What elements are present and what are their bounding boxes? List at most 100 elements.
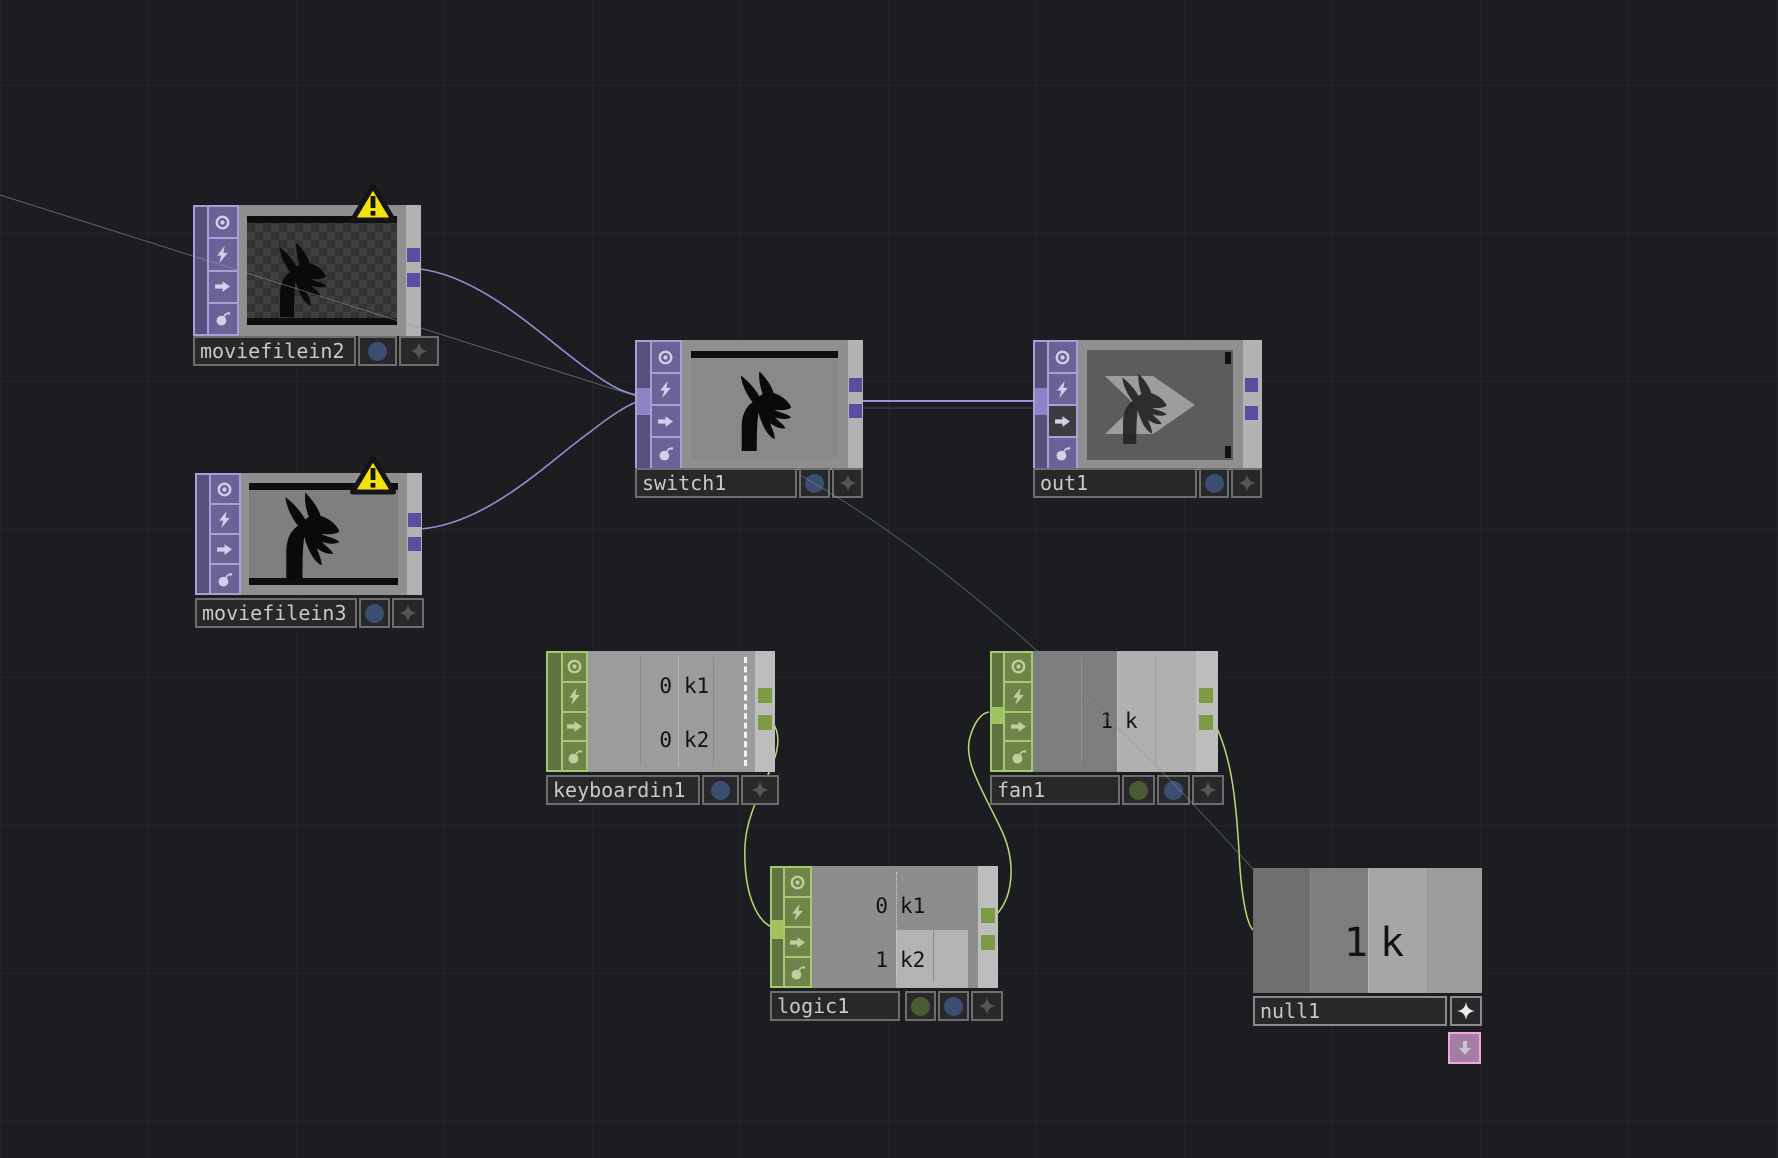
node-body[interactable]: [1077, 340, 1243, 470]
node-switch1[interactable]: switch1: [635, 340, 863, 470]
node-name-out1[interactable]: out1: [1033, 468, 1197, 498]
channel-row: 0k1: [812, 895, 978, 917]
bomb-icon[interactable]: [211, 563, 239, 593]
display-flag[interactable]: [832, 468, 863, 498]
bomb-icon[interactable]: [1049, 436, 1076, 468]
render-icon[interactable]: [209, 270, 237, 302]
node-body[interactable]: 1k: [1033, 651, 1196, 772]
wire-moviefilein2-switch1[interactable]: [420, 269, 636, 395]
viewer-icon[interactable]: [211, 475, 239, 503]
output-connector[interactable]: [408, 513, 421, 527]
output-connector[interactable]: [849, 378, 862, 392]
node-keyboardin1[interactable]: 0k1 0k2 keyboardin1: [546, 651, 775, 772]
bomb-icon[interactable]: [785, 956, 810, 986]
display-flag[interactable]: [392, 598, 424, 628]
node-body[interactable]: [681, 340, 848, 470]
output-connector[interactable]: [1199, 688, 1213, 703]
bomb-icon[interactable]: [1005, 740, 1031, 770]
node-null1[interactable]: 1k null1: [1253, 868, 1482, 993]
display-flag[interactable]: [1450, 996, 1482, 1026]
node-out1[interactable]: out1: [1033, 340, 1262, 470]
render-icon[interactable]: [652, 404, 680, 436]
render-icon[interactable]: [1005, 711, 1031, 741]
input-connector[interactable]: [1035, 388, 1047, 415]
channel-row: 1k: [1033, 710, 1196, 732]
select-flag[interactable]: [358, 336, 397, 366]
node-name-keyboardin1[interactable]: keyboardin1: [546, 775, 700, 805]
node-moviefilein2[interactable]: moviefilein2: [193, 205, 421, 336]
bypass-icon[interactable]: [785, 896, 810, 926]
display-flag[interactable]: [971, 991, 1003, 1021]
bomb-icon[interactable]: [652, 436, 680, 468]
output-connector[interactable]: [1245, 406, 1258, 420]
node-body[interactable]: [238, 205, 406, 336]
render-icon[interactable]: [1049, 404, 1076, 436]
network-editor-canvas[interactable]: moviefilein2 moviefile: [0, 0, 1778, 1158]
bypass-icon[interactable]: [563, 681, 586, 711]
render-icon[interactable]: [211, 533, 239, 563]
output-connector[interactable]: [981, 935, 995, 950]
node-name-logic1[interactable]: logic1: [770, 991, 900, 1021]
select-flag[interactable]: [1157, 775, 1190, 805]
select-flag[interactable]: [359, 598, 390, 628]
output-strip: [978, 866, 998, 988]
input-connector[interactable]: [772, 920, 783, 939]
select-flag[interactable]: [702, 775, 739, 805]
output-connector[interactable]: [849, 404, 862, 418]
output-strip: [1243, 340, 1262, 470]
select-flag[interactable]: [799, 468, 830, 498]
output-connector[interactable]: [408, 537, 421, 551]
render-icon[interactable]: [563, 711, 586, 741]
node-fan1[interactable]: 1k fan1: [990, 651, 1218, 772]
bomb-icon[interactable]: [209, 302, 237, 334]
node-body[interactable]: 0k1 1k2: [812, 866, 978, 988]
node-logic1[interactable]: 0k1 1k2 logic1: [770, 866, 998, 988]
viewer-icon[interactable]: [209, 207, 237, 237]
input-connector[interactable]: [637, 388, 650, 415]
warning-icon[interactable]: [350, 183, 396, 223]
display-flag[interactable]: [399, 336, 439, 366]
node-name-moviefilein2[interactable]: moviefilein2: [193, 336, 356, 366]
viewer-icon[interactable]: [1005, 653, 1031, 681]
bypass-icon[interactable]: [209, 237, 237, 269]
node-body[interactable]: 0k1 0k2: [588, 651, 755, 772]
bypass-icon[interactable]: [1005, 681, 1031, 711]
bypass-icon[interactable]: [211, 503, 239, 533]
output-connector[interactable]: [758, 688, 772, 703]
warning-icon[interactable]: [350, 455, 396, 495]
select-flag[interactable]: [938, 991, 969, 1021]
output-connector[interactable]: [758, 715, 772, 730]
viewer-icon[interactable]: [1049, 342, 1076, 372]
display-flag[interactable]: [1231, 468, 1262, 498]
cook-flag[interactable]: [1122, 775, 1155, 805]
node-body[interactable]: 1k: [1253, 868, 1482, 993]
output-strip: [755, 651, 775, 772]
node-name-moviefilein3[interactable]: moviefilein3: [195, 598, 357, 628]
cook-dot: [911, 997, 930, 1016]
docked-indicator-badge[interactable]: [1448, 1032, 1481, 1064]
input-connector[interactable]: [992, 707, 1003, 724]
render-icon[interactable]: [785, 926, 810, 956]
viewer-icon[interactable]: [563, 653, 586, 681]
channel-value: 1: [1253, 922, 1368, 964]
bypass-icon[interactable]: [652, 372, 680, 404]
output-connector[interactable]: [981, 908, 995, 923]
select-flag[interactable]: [1199, 468, 1229, 498]
wire-moviefilein3-switch1[interactable]: [420, 402, 636, 529]
node-name-fan1[interactable]: fan1: [990, 775, 1120, 805]
viewer-icon[interactable]: [652, 342, 680, 372]
output-connector[interactable]: [1199, 715, 1213, 730]
display-flag[interactable]: [1192, 775, 1224, 805]
node-name-null1[interactable]: null1: [1253, 996, 1447, 1026]
cook-flag[interactable]: [905, 991, 936, 1021]
node-moviefilein3[interactable]: moviefilein3: [195, 473, 422, 595]
output-connector[interactable]: [407, 273, 420, 287]
node-name-switch1[interactable]: switch1: [635, 468, 797, 498]
bypass-icon[interactable]: [1049, 372, 1076, 404]
bomb-icon[interactable]: [563, 740, 586, 770]
wire-fan1-null1[interactable]: [1214, 722, 1253, 930]
viewer-icon[interactable]: [785, 868, 810, 896]
output-connector[interactable]: [1245, 378, 1258, 392]
display-flag[interactable]: [741, 775, 779, 805]
output-connector[interactable]: [407, 248, 420, 262]
